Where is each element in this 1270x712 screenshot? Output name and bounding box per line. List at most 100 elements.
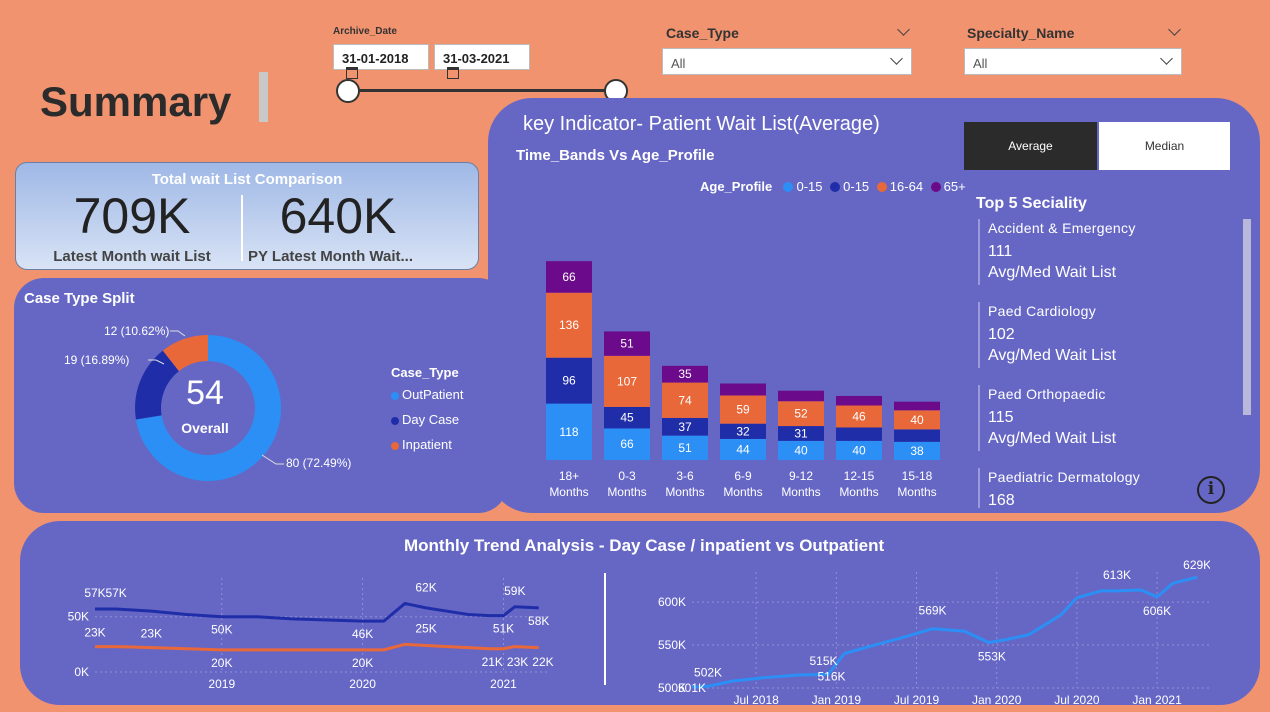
bar-data-label: 37: [678, 420, 692, 434]
point-data-label: 515K: [809, 654, 837, 668]
point-data-label: 613K: [1103, 568, 1131, 582]
top5-item-divider: [978, 219, 980, 285]
point-data-label: 23K: [507, 655, 528, 669]
point-data-label: 22K: [532, 655, 553, 669]
legend-dot: [876, 182, 887, 192]
legend-dot: [391, 417, 399, 425]
specialty-dropdown[interactable]: All: [964, 48, 1182, 75]
wait-comparison-title: Total wait List Comparison: [151, 171, 343, 188]
average-toggle-button[interactable]: Average: [964, 122, 1097, 170]
x-tick-label: Months: [839, 485, 878, 499]
point-data-label: 553K: [978, 649, 1006, 663]
calendar-icon[interactable]: [447, 67, 459, 79]
x-tick-label: Jul 2020: [1054, 693, 1100, 705]
py-latest-month-value: 640K: [279, 188, 397, 244]
py-latest-month-label: PY Latest Month Wait...: [248, 248, 414, 265]
archive-date-start-value: 31-01-2018: [342, 51, 409, 66]
series-line: [691, 575, 1198, 689]
top5-item-name: Paediatric Dermatology: [988, 469, 1141, 485]
chevron-down-icon: [1160, 52, 1173, 65]
legend-title: Age_Profile: [700, 179, 773, 194]
x-tick-label: Jul 2019: [894, 693, 940, 705]
point-data-label: 46K: [352, 627, 373, 641]
top5-item-divider: [978, 468, 980, 508]
top5-item-sub: Avg/Med Wait List: [988, 264, 1117, 281]
outpatient-line-chart[interactable]: 500K550K600KJul 2018 Jan 2019 Jul 2019 Jan …: [620, 560, 1210, 705]
legend-label: OutPatient: [402, 387, 464, 402]
archive-date-label: Archive_Date: [333, 26, 397, 37]
top5-item-value: 111: [988, 243, 1013, 260]
point-data-label: 25K: [415, 621, 436, 635]
title-divider: [259, 72, 268, 122]
x-tick-label: 9-12: [789, 469, 813, 483]
case-split-center-value: 54: [186, 374, 224, 412]
x-tick-label: Months: [781, 485, 820, 499]
chevron-down-icon[interactable]: [1168, 23, 1181, 36]
point-data-label: 57K: [105, 586, 126, 600]
stacked-bar-chart[interactable]: 118 96 136 66 18+ Months 66 45 107 51 0-3 Months 51 3…: [520, 198, 960, 508]
donut-label-leader: [170, 330, 186, 337]
archive-date-end-value: 31-03-2021: [443, 51, 510, 66]
date-slider-start-handle[interactable]: [336, 79, 360, 103]
series-line: [95, 642, 539, 652]
bar-segment: [836, 395, 882, 406]
legend-label: 16-64: [889, 179, 924, 194]
median-toggle-button[interactable]: Median: [1099, 122, 1230, 170]
archive-date-end-field[interactable]: 31-03-2021: [434, 44, 530, 79]
date-slider-track[interactable]: [348, 89, 616, 92]
case-type-dropdown[interactable]: All: [662, 48, 912, 75]
x-tick-label: 15-18: [902, 469, 933, 483]
average-toggle-label: Average: [1008, 139, 1053, 153]
case-split-center-label: Overall: [181, 420, 229, 436]
x-tick-label: 2019: [208, 677, 235, 691]
case-type-dropdown-value: All: [671, 56, 686, 71]
top5-item-divider: [978, 302, 980, 368]
bar-data-label: 31: [794, 426, 808, 440]
bar-data-label: 44: [736, 442, 750, 456]
chevron-down-icon[interactable]: [897, 23, 910, 36]
case-split-legend-daycase[interactable]: Day Case: [391, 412, 459, 427]
calendar-icon[interactable]: [346, 67, 358, 79]
wait-comparison-card: Total wait List Comparison 709K Latest M…: [15, 162, 479, 270]
x-tick-label: 12-15: [844, 469, 875, 483]
bar-data-label: 35: [678, 367, 692, 381]
legend-label: 0-15: [796, 179, 823, 194]
page-title: Summary: [40, 78, 232, 125]
top5-scrollbar[interactable]: [1243, 219, 1251, 415]
x-tick-label: Jan 2020: [972, 693, 1022, 705]
x-tick-label: 0-3: [618, 469, 636, 483]
legend-dot: [391, 442, 399, 450]
legend-dot: [830, 182, 841, 192]
bar-data-label: 66: [562, 270, 576, 284]
bar-data-label: 40: [910, 413, 924, 427]
latest-month-label: Latest Month wait List: [53, 248, 211, 265]
bar-segment: [836, 427, 882, 441]
legend-dot: [391, 392, 399, 400]
point-data-label: 20K: [352, 656, 373, 670]
info-icon[interactable]: i: [1197, 476, 1225, 504]
x-tick-label: Months: [723, 485, 762, 499]
case-split-legend-title: Case_Type: [391, 365, 459, 380]
x-tick-label: 2020: [349, 677, 376, 691]
point-data-label: 516K: [818, 669, 846, 683]
top5-item-divider: [978, 385, 980, 451]
bar-data-label: 32: [736, 424, 750, 438]
case-split-legend-inpatient[interactable]: Inpatient: [391, 437, 452, 452]
bar-segment: [720, 383, 766, 396]
daycase-inpatient-line-chart[interactable]: 0K 50K 2019 2020 2021 57K 57K 50K 46K 62K 59K 51K 58…: [50, 560, 590, 705]
bar-data-label: 136: [559, 318, 579, 332]
bar-data-label: 52: [794, 407, 808, 421]
top5-item-name: Accident & Emergency: [988, 220, 1136, 236]
case-split-legend-outpatient[interactable]: OutPatient: [391, 387, 463, 402]
point-data-label: 20K: [211, 656, 232, 670]
key-indicator-title: key Indicator- Patient Wait List(Average…: [523, 113, 880, 135]
bar-data-label: 40: [794, 443, 808, 457]
donut-data-label: 12 (10.62%): [104, 324, 169, 338]
specialty-filter-label: Specialty_Name: [967, 25, 1075, 41]
x-tick-label: Months: [665, 485, 704, 499]
x-tick-label: Jul 2018: [733, 693, 779, 705]
bar-data-label: 51: [620, 337, 634, 351]
specialty-dropdown-value: All: [973, 56, 988, 71]
archive-date-start-field[interactable]: 31-01-2018: [333, 44, 429, 79]
top5-item-value: 115: [988, 409, 1014, 426]
